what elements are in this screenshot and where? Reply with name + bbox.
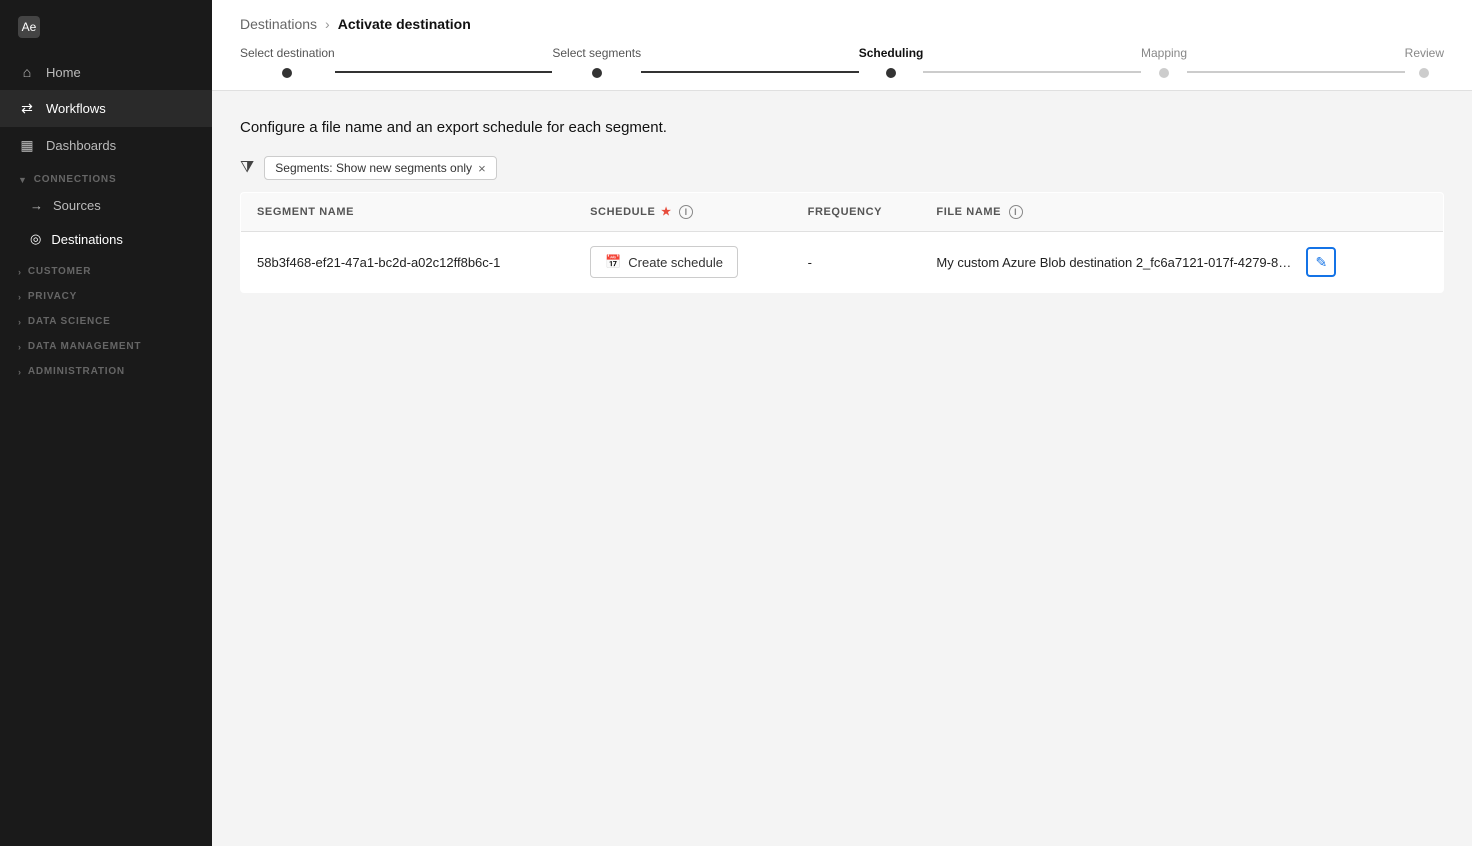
file-name-cell-content: My custom Azure Blob destination 2_fc6a7… xyxy=(936,247,1336,277)
cell-file-name: My custom Azure Blob destination 2_fc6a7… xyxy=(920,232,1443,293)
edit-icon: ✎ xyxy=(1316,254,1328,271)
section-data-science[interactable]: › DATA SCIENCE xyxy=(0,306,212,331)
filter-tag-segments: Segments: Show new segments only × xyxy=(264,156,496,180)
segment-name-value: 58b3f468-ef21-47a1-bc2d-a02c12ff8b6c-1 xyxy=(257,255,500,270)
breadcrumb: Destinations › Activate destination xyxy=(240,16,1444,32)
sidebar-item-dashboards-label: Dashboards xyxy=(46,138,116,153)
step-review: Review xyxy=(1405,46,1444,78)
sidebar-item-dashboards[interactable]: ▦ Dashboards xyxy=(0,127,212,164)
filter-tag-label: Segments: Show new segments only xyxy=(275,161,472,175)
section-connections-label: CONNECTIONS xyxy=(34,174,117,185)
section-data-science-label: DATA SCIENCE xyxy=(28,316,111,327)
steps-wizard: Select destination Select segments Sched… xyxy=(240,46,1444,90)
step-label-scheduling: Scheduling xyxy=(859,46,924,60)
scheduling-table: SEGMENT NAME SCHEDULE ★ i FREQUENCY FILE… xyxy=(240,192,1444,293)
section-administration[interactable]: › ADMINISTRATION xyxy=(0,356,212,381)
step-dot-select-segments xyxy=(592,68,602,78)
step-line-1 xyxy=(335,71,553,73)
table-body: 58b3f468-ef21-47a1-bc2d-a02c12ff8b6c-1 📅… xyxy=(241,232,1444,293)
filter-row: ⧩ Segments: Show new segments only × xyxy=(240,156,1444,180)
section-connections[interactable]: ▼ CONNECTIONS xyxy=(0,164,212,189)
col-header-schedule: SCHEDULE ★ i xyxy=(574,193,792,232)
calendar-icon: 📅 xyxy=(605,254,621,270)
content-area: Configure a file name and an export sche… xyxy=(212,91,1472,321)
app-logo: Ae xyxy=(0,0,212,54)
file-name-value: My custom Azure Blob destination 2_fc6a7… xyxy=(936,255,1298,270)
home-icon: ⌂ xyxy=(18,64,36,80)
step-line-3 xyxy=(923,71,1141,73)
filter-icon[interactable]: ⧩ xyxy=(240,159,254,177)
breadcrumb-separator: › xyxy=(325,16,330,32)
col-header-segment-name: SEGMENT NAME xyxy=(241,193,575,232)
step-dot-select-destination xyxy=(282,68,292,78)
breadcrumb-current: Activate destination xyxy=(338,16,471,32)
administration-chevron: › xyxy=(18,367,22,377)
sidebar-item-workflows-label: Workflows xyxy=(46,101,106,116)
section-data-management-label: DATA MANAGEMENT xyxy=(28,341,141,352)
step-line-2 xyxy=(641,71,859,73)
edit-file-name-button[interactable]: ✎ xyxy=(1306,247,1336,277)
sidebar-item-destinations[interactable]: ◎ Destinations xyxy=(0,222,212,256)
cell-schedule: 📅 Create schedule xyxy=(574,232,792,293)
step-scheduling: Scheduling xyxy=(859,46,924,78)
sidebar: Ae ⌂ Home ⇄ Workflows ▦ Dashboards ▼ CON… xyxy=(0,0,212,846)
dashboards-icon: ▦ xyxy=(18,137,36,154)
destinations-icon: ◎ xyxy=(30,231,41,247)
section-privacy[interactable]: › PRIVACY xyxy=(0,281,212,306)
step-dot-mapping xyxy=(1159,68,1169,78)
section-administration-label: ADMINISTRATION xyxy=(28,366,125,377)
section-data-management[interactable]: › DATA MANAGEMENT xyxy=(0,331,212,356)
col-header-file-name: FILE NAME i xyxy=(920,193,1443,232)
data-science-chevron: › xyxy=(18,317,22,327)
table-header: SEGMENT NAME SCHEDULE ★ i FREQUENCY FILE… xyxy=(241,193,1444,232)
step-select-destination: Select destination xyxy=(240,46,335,78)
file-name-info-icon[interactable]: i xyxy=(1009,205,1023,219)
sidebar-item-home[interactable]: ⌂ Home xyxy=(0,54,212,90)
step-dot-review xyxy=(1419,68,1429,78)
customer-chevron: › xyxy=(18,267,22,277)
top-bar: Destinations › Activate destination Sele… xyxy=(212,0,1472,91)
step-dot-scheduling xyxy=(886,68,896,78)
sidebar-item-sources-label: Sources xyxy=(53,198,101,213)
create-schedule-label: Create schedule xyxy=(628,255,723,270)
step-label-mapping: Mapping xyxy=(1141,46,1187,60)
frequency-value: - xyxy=(808,255,812,270)
step-label-select-segments: Select segments xyxy=(552,46,641,60)
section-customer[interactable]: › CUSTOMER xyxy=(0,256,212,281)
connections-chevron: ▼ xyxy=(18,175,28,185)
sidebar-item-home-label: Home xyxy=(46,65,81,80)
workflows-icon: ⇄ xyxy=(18,100,36,117)
sidebar-item-workflows[interactable]: ⇄ Workflows xyxy=(0,90,212,127)
logo-icon: Ae xyxy=(18,16,40,38)
page-description: Configure a file name and an export sche… xyxy=(240,119,1444,136)
section-customer-label: CUSTOMER xyxy=(28,266,91,277)
step-mapping: Mapping xyxy=(1141,46,1187,78)
privacy-chevron: › xyxy=(18,292,22,302)
step-label-review: Review xyxy=(1405,46,1444,60)
step-label-select-destination: Select destination xyxy=(240,46,335,60)
filter-tag-remove-button[interactable]: × xyxy=(478,162,486,175)
schedule-required-star: ★ xyxy=(661,206,671,218)
schedule-info-icon[interactable]: i xyxy=(679,205,693,219)
breadcrumb-parent[interactable]: Destinations xyxy=(240,16,317,32)
cell-frequency: - xyxy=(792,232,921,293)
step-line-4 xyxy=(1187,71,1405,73)
sources-icon: → xyxy=(30,198,43,213)
cell-segment-name: 58b3f468-ef21-47a1-bc2d-a02c12ff8b6c-1 xyxy=(241,232,575,293)
sidebar-item-destinations-label: Destinations xyxy=(51,232,123,247)
step-select-segments: Select segments xyxy=(552,46,641,78)
col-header-frequency: FREQUENCY xyxy=(792,193,921,232)
data-management-chevron: › xyxy=(18,342,22,352)
main-content: Destinations › Activate destination Sele… xyxy=(212,0,1472,846)
sidebar-item-sources[interactable]: → Sources xyxy=(0,189,212,222)
table-row: 58b3f468-ef21-47a1-bc2d-a02c12ff8b6c-1 📅… xyxy=(241,232,1444,293)
section-privacy-label: PRIVACY xyxy=(28,291,77,302)
create-schedule-button[interactable]: 📅 Create schedule xyxy=(590,246,738,278)
